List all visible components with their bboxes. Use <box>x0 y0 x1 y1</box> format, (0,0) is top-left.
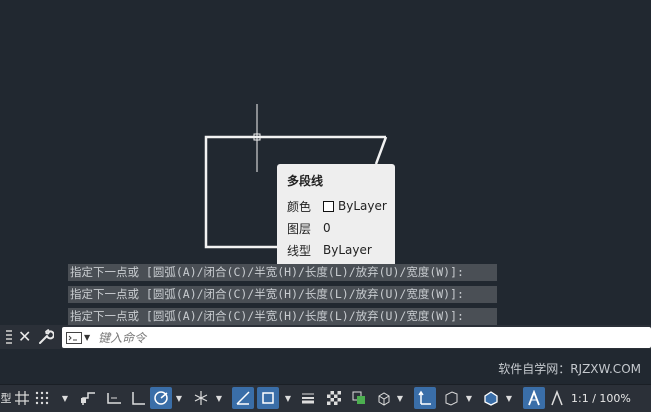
command-prompt-icon[interactable] <box>66 331 82 344</box>
selection-cycling-icon[interactable] <box>349 387 369 409</box>
tooltip-label: 颜色 <box>287 199 312 214</box>
infer-icon[interactable] <box>78 387 98 409</box>
command-input[interactable] <box>96 329 581 346</box>
model-tab[interactable]: 型 <box>0 387 12 409</box>
drag-handle[interactable] <box>6 330 12 344</box>
tooltip-value: ByLayer <box>323 243 372 257</box>
tooltip-row-linetype: 线型 ByLayer <box>287 239 395 261</box>
chevron-down-icon[interactable]: ▼ <box>84 333 90 342</box>
chevron-down-icon[interactable]: ▼ <box>464 387 474 409</box>
chevron-down-icon[interactable]: ▼ <box>174 387 184 409</box>
history-line: 指定下一点或 [圆弧(A)/闭合(C)/半宽(H)/长度(L)/放弃(U)/宽度… <box>68 308 497 325</box>
ucs-icon[interactable] <box>480 387 502 409</box>
tooltip-row-color: 颜色 ByLayer <box>287 195 395 217</box>
close-icon[interactable]: ✕ <box>18 327 31 346</box>
gizmo-icon[interactable] <box>440 387 462 409</box>
3d-osnap-icon[interactable] <box>374 387 394 409</box>
annotation-visibility-icon[interactable] <box>523 387 545 409</box>
transparency-icon[interactable] <box>324 387 344 409</box>
tooltip-title: 多段线 <box>287 174 324 188</box>
polyline-rubber-band <box>374 136 388 165</box>
annotation-scale-label: 1:1 / 100% <box>571 391 631 405</box>
command-history: 指定下一点或 [圆弧(A)/闭合(C)/半宽(H)/长度(L)/放弃(U)/宽度… <box>68 264 497 330</box>
chevron-down-icon[interactable]: ▼ <box>214 387 224 409</box>
status-bar: 型 ▼ ▼ ▼ ▼ ▼ ▼ ▼ 1:1 / 100% <box>0 384 651 412</box>
command-line: ✕ ▼ <box>0 325 651 349</box>
chevron-down-icon[interactable]: ▼ <box>283 387 293 409</box>
annotation-scale-icon[interactable]: 1:1 / 100% <box>571 387 649 409</box>
chevron-down-icon[interactable]: ▼ <box>504 387 514 409</box>
tooltip-label: 图层 <box>287 221 312 236</box>
tooltip-value: ByLayer <box>338 199 387 213</box>
ortho-icon[interactable] <box>104 387 124 409</box>
ortho-mode-icon[interactable] <box>128 387 148 409</box>
wrench-icon[interactable] <box>38 329 55 349</box>
tooltip-row-layer: 图层 0 <box>287 217 395 239</box>
snap-icon[interactable] <box>33 387 51 409</box>
history-line: 指定下一点或 [圆弧(A)/闭合(C)/半宽(H)/长度(L)/放弃(U)/宽度… <box>68 264 497 281</box>
dynamic-ucs-icon[interactable] <box>414 387 436 409</box>
properties-tooltip: 多段线 颜色 ByLayer 图层 0 线型 ByLayer <box>277 164 395 271</box>
history-line: 指定下一点或 [圆弧(A)/闭合(C)/半宽(H)/长度(L)/放弃(U)/宽度… <box>68 286 497 303</box>
chevron-down-icon[interactable]: ▼ <box>395 387 405 409</box>
watermark: 软件自学网：RJZXW.COM <box>498 362 641 376</box>
command-input-box[interactable]: ▼ <box>62 327 651 348</box>
chevron-down-icon[interactable]: ▼ <box>60 387 70 409</box>
osnap-icon[interactable] <box>257 387 279 409</box>
otrack-icon[interactable] <box>232 387 254 409</box>
grid-icon[interactable] <box>13 387 31 409</box>
autoscale-icon[interactable] <box>547 387 567 409</box>
polar-icon[interactable] <box>150 387 172 409</box>
isodraft-icon[interactable] <box>190 387 212 409</box>
model-label: 型 <box>0 392 12 405</box>
lineweight-icon[interactable] <box>298 387 318 409</box>
tooltip-value: 0 <box>323 221 331 235</box>
color-swatch-icon <box>323 200 334 212</box>
tooltip-label: 线型 <box>287 243 312 258</box>
